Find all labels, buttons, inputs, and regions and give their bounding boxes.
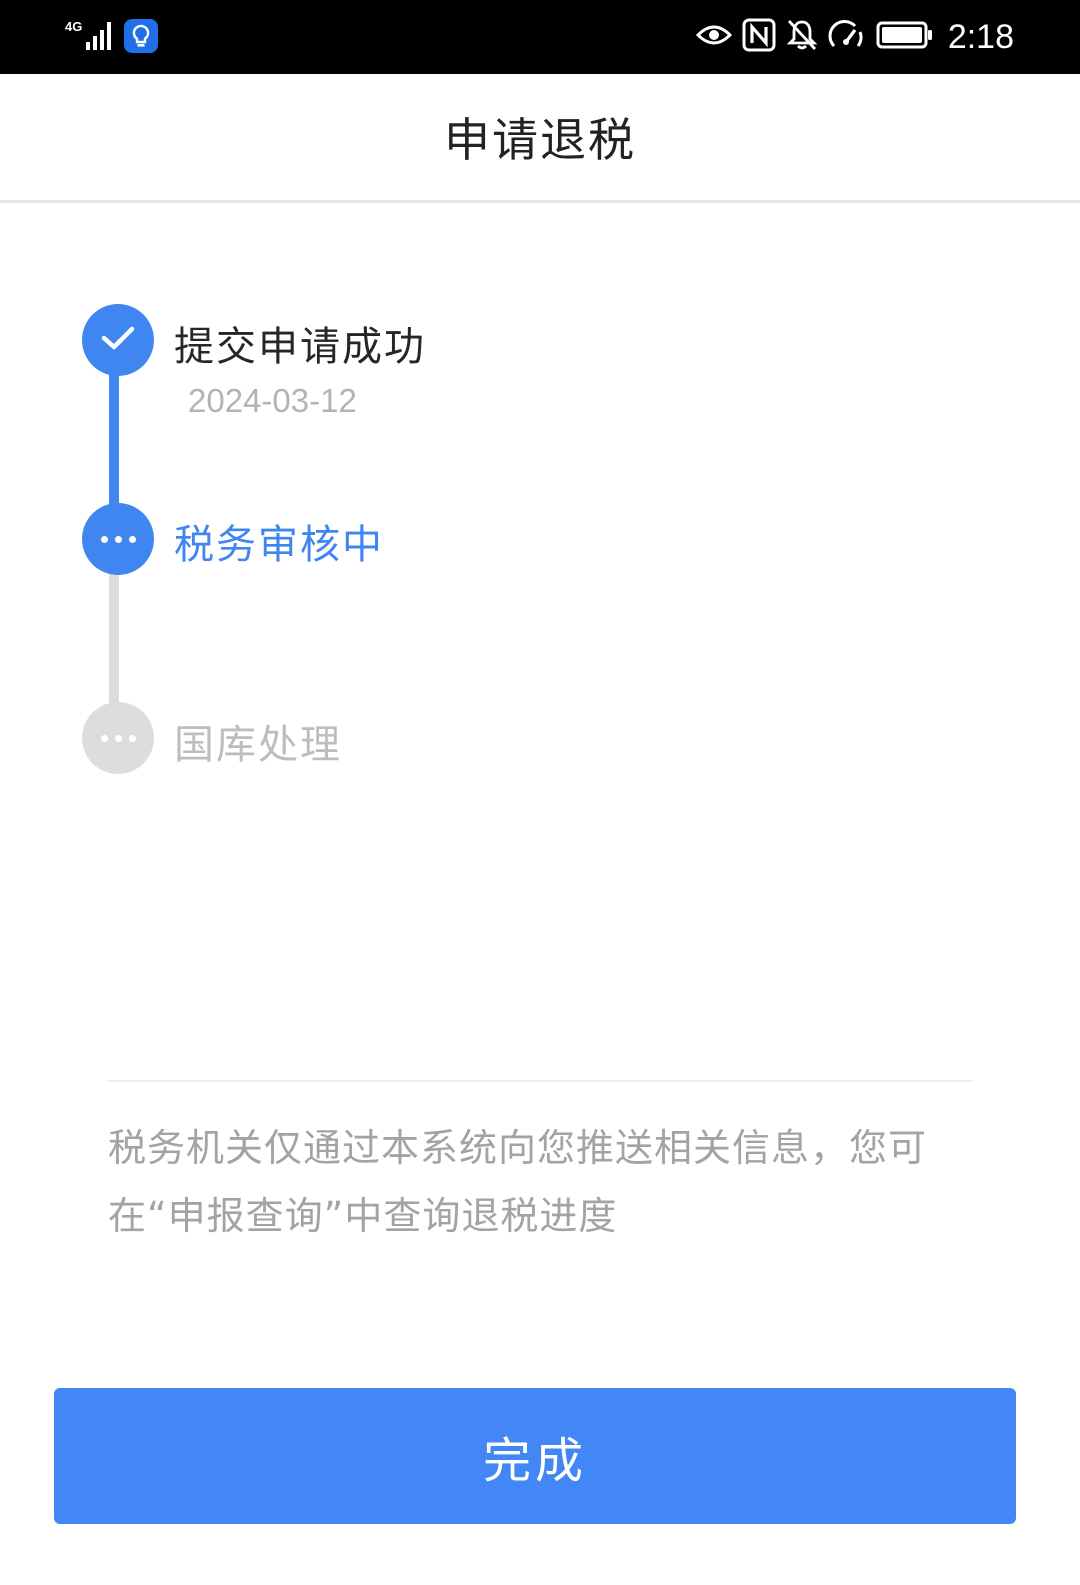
status-right: 2:18 [695,14,1014,60]
checkmark-icon [100,323,136,357]
status-time: 2:18 [947,17,1014,56]
mute-bell-icon [786,18,818,56]
network-type-label: 4G [65,19,82,34]
done-button[interactable]: 完成 [54,1388,1016,1524]
step-date-submitted: 2024-03-12 [188,382,357,419]
speed-icon [828,18,866,56]
page-title: 申请退税 [444,113,636,167]
status-left: 4G [64,18,158,58]
signal-icon: 4G [64,18,116,58]
step-title-treasury: 国库处理 [174,722,342,768]
nfc-icon [742,18,776,56]
step-title-review: 税务审核中 [174,522,384,568]
battery-icon [876,20,934,54]
header: 申请退税 [0,74,1080,203]
notice-text: 税务机关仅通过本系统向您推送相关信息，您可在“申报查询”中查询退税进度 [108,1126,928,1238]
bulb-app-icon [124,19,158,57]
more-dots-icon [100,535,136,543]
notice-divider [108,1080,972,1082]
step-completed-marker [82,304,154,376]
eye-icon [695,22,732,52]
step-active-marker [82,503,154,575]
more-dots-icon [100,734,136,742]
step-title-submitted: 提交申请成功 [174,324,426,370]
status-bar: 4G 2:18 [0,0,1080,74]
step-pending-marker [82,702,154,774]
